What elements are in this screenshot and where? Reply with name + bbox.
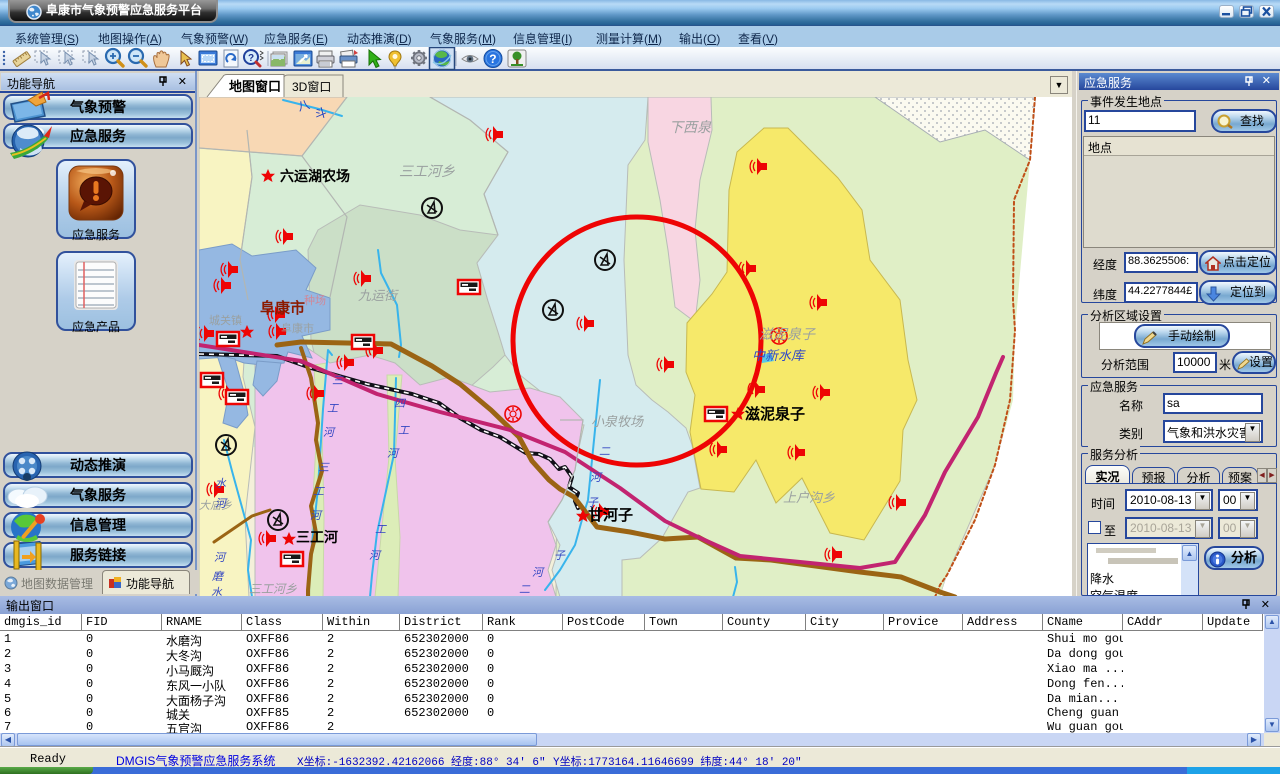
svg-text:?: ? <box>248 53 254 64</box>
svg-text:上户沟乡: 上户沟乡 <box>783 490 835 505</box>
svg-text:小泉牧场: 小泉牧场 <box>591 414 644 429</box>
svg-text:水: 水 <box>215 477 227 490</box>
svg-text:滋泥泉子: 滋泥泉子 <box>745 405 805 423</box>
svg-text:九运街: 九运街 <box>358 288 399 303</box>
svg-text:种场: 种场 <box>304 293 326 307</box>
svg-text:二: 二 <box>519 584 531 596</box>
svg-text:阜康市: 阜康市 <box>281 321 314 335</box>
svg-text:工: 工 <box>313 486 325 498</box>
svg-text:子: 子 <box>587 497 599 509</box>
svg-text:地图窗口: 地图窗口 <box>229 79 281 94</box>
svg-text:工: 工 <box>375 524 387 536</box>
svg-text:六运湖农场: 六运湖农场 <box>280 168 350 184</box>
svg-text:三工河乡: 三工河乡 <box>399 163 455 179</box>
svg-text:工: 工 <box>327 403 339 415</box>
svg-text:中新水库: 中新水库 <box>752 348 806 363</box>
svg-text:下西泉: 下西泉 <box>669 119 712 135</box>
svg-text:三工河: 三工河 <box>296 529 338 545</box>
svg-text:?: ? <box>489 52 496 66</box>
svg-text:二: 二 <box>599 446 611 458</box>
svg-text:三工河乡: 三工河乡 <box>249 582 297 596</box>
svg-text:三: 三 <box>332 375 344 387</box>
svg-text:阜康市: 阜康市 <box>260 299 305 317</box>
svg-text:三: 三 <box>318 462 330 474</box>
svg-text:滋泥泉子: 滋泥泉子 <box>759 326 816 342</box>
svg-text:3D窗口: 3D窗口 <box>292 80 331 94</box>
svg-text:城关镇: 城关镇 <box>209 313 242 327</box>
svg-text:子: 子 <box>554 550 566 562</box>
svg-text:工: 工 <box>398 425 410 437</box>
